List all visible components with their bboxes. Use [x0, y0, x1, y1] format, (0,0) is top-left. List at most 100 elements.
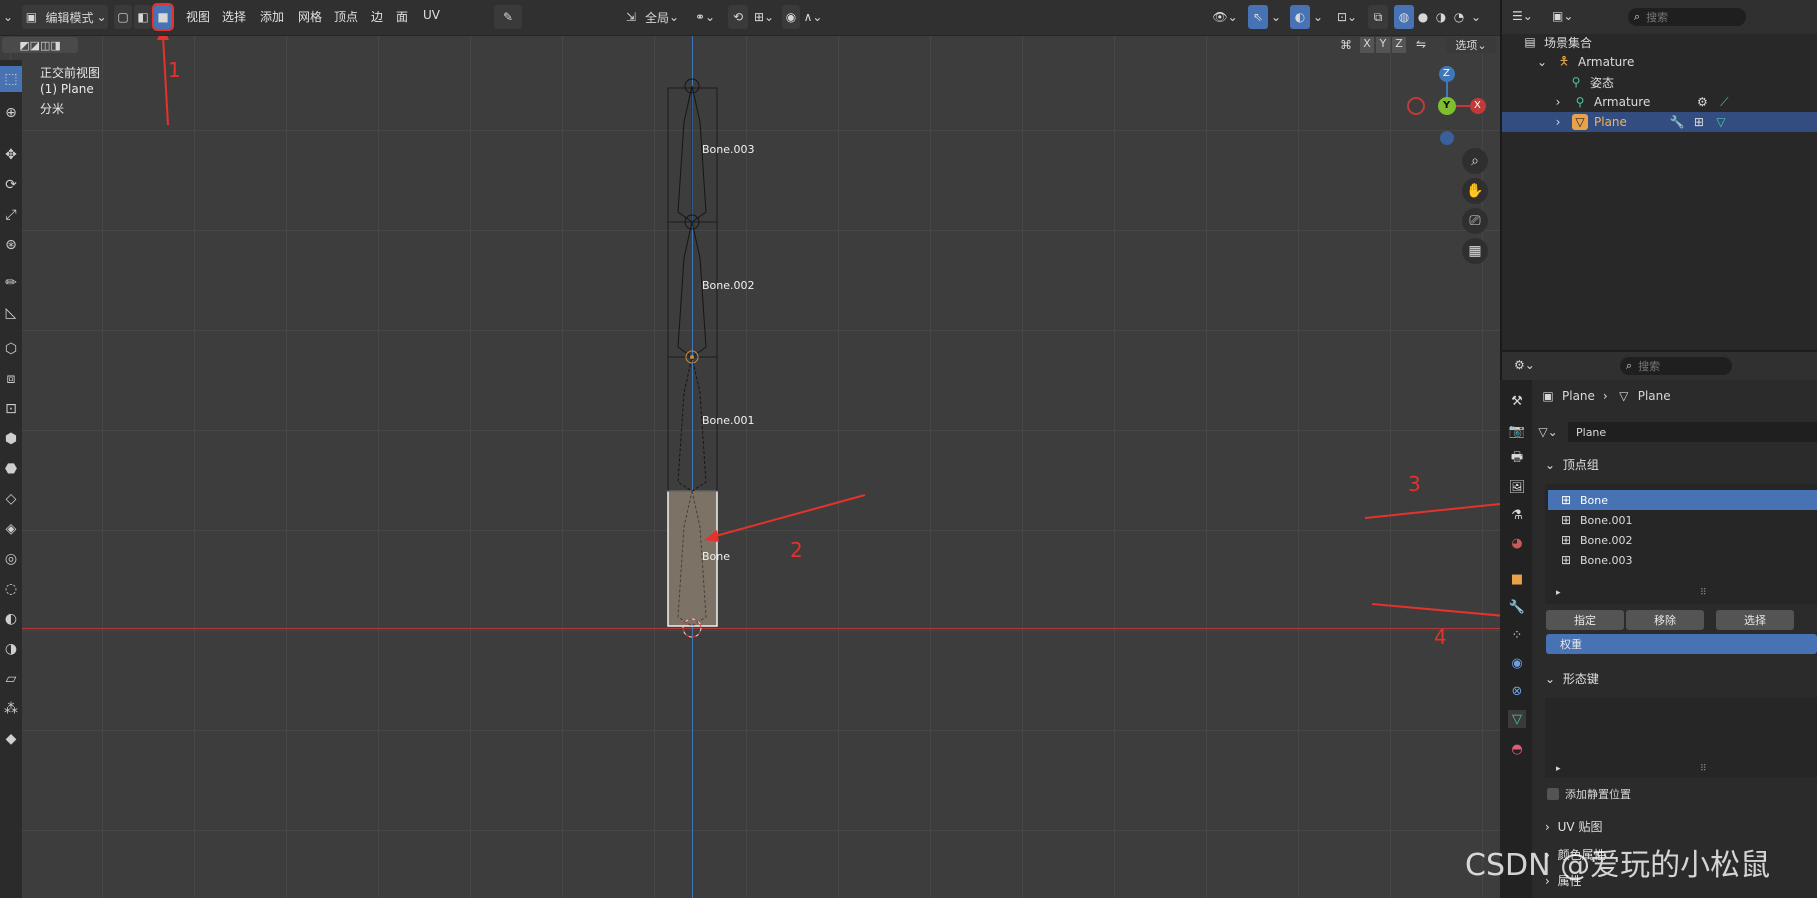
outliner-row-armature[interactable]: ⌄ 🯅 Armature	[1502, 52, 1817, 72]
menu-vertex[interactable]: 顶点	[334, 8, 358, 25]
proportional-edit-icon[interactable]: ◉	[782, 5, 800, 29]
shear-icon[interactable]: ▱	[0, 666, 22, 692]
annotate-icon[interactable]: ✏	[0, 270, 22, 296]
gizmo-dropdown-icon[interactable]: ⌄	[1270, 5, 1282, 29]
add-cube-icon[interactable]: ⬡	[0, 336, 22, 362]
ortho-grid-icon[interactable]: ▦	[1462, 238, 1488, 264]
rotate-icon[interactable]: ⟳	[0, 172, 22, 198]
menu-view[interactable]: 视图	[186, 8, 210, 25]
mesh-datablock-selector[interactable]: ▽⌄ Plane	[1538, 422, 1817, 442]
outliner-search-input[interactable]: ⌕ 搜索	[1628, 8, 1746, 26]
menu-mesh[interactable]: 网格	[298, 8, 322, 25]
render-tab-icon[interactable]: 📷	[1508, 422, 1526, 440]
material-tab-icon[interactable]: ◓	[1508, 740, 1526, 758]
physics-tab-icon[interactable]: ◉	[1508, 654, 1526, 672]
uv-maps-header[interactable]: › UV 贴图	[1545, 818, 1602, 835]
constraints-tab-icon[interactable]: ⊗	[1508, 682, 1526, 700]
scene-tab-icon[interactable]: ⚗	[1508, 506, 1526, 524]
menu-uv[interactable]: UV	[423, 8, 440, 22]
overlay-dropdown-icon[interactable]: ⌄	[1312, 5, 1324, 29]
mesh-edit-overlay-icon[interactable]: ⊡⌄	[1332, 5, 1362, 29]
modifier-tab-icon[interactable]: 🔧	[1508, 598, 1526, 616]
spin-icon[interactable]: ◎	[0, 546, 22, 572]
outliner-row-armature-data[interactable]: › ⚲ Armature ⚙ ⟋	[1502, 92, 1817, 112]
outliner-row-pose[interactable]: ⚲ 姿态	[1502, 72, 1817, 92]
zoom-icon[interactable]: ⌕	[1462, 148, 1488, 174]
transform-icon[interactable]: ⊛	[0, 232, 22, 258]
editor-type-icon[interactable]: ⌄	[0, 5, 16, 29]
xray-toggle-icon[interactable]: ⧉	[1368, 5, 1388, 29]
mesh-name-field[interactable]: Plane	[1568, 422, 1817, 442]
axis-z-toggle[interactable]: Z	[1392, 37, 1406, 53]
camera-view-icon[interactable]: ⎚	[1462, 208, 1488, 234]
overlay-toggle-icon[interactable]: ◐	[1290, 5, 1310, 29]
edge-slide-icon[interactable]: ◐	[0, 606, 22, 632]
rip-icon[interactable]: ⁂	[0, 696, 22, 722]
inset-icon[interactable]: ⊡	[0, 396, 22, 422]
push-pull-icon[interactable]: ◆	[0, 726, 22, 752]
shading-dropdown-icon[interactable]: ⌄	[1468, 5, 1484, 29]
assign-button[interactable]: 指定	[1546, 610, 1624, 630]
smooth-icon[interactable]: ◌	[0, 576, 22, 602]
menu-add[interactable]: 添加	[260, 8, 284, 25]
shrink-fatten-icon[interactable]: ◑	[0, 636, 22, 662]
list-resize-handle[interactable]: ⠿	[1700, 764, 1707, 774]
outliner-row-scene-collection[interactable]: ▤ 场景集合	[1502, 32, 1817, 52]
vertex-group-item[interactable]: ⊞ Bone.001	[1548, 510, 1817, 530]
pivot-point-icon[interactable]: ⚭⌄	[688, 5, 722, 29]
loop-cut-icon[interactable]: ⬣	[0, 456, 22, 482]
list-expand-icon[interactable]: ▸	[1556, 764, 1561, 774]
falloff-icon[interactable]: ∧⌄	[802, 5, 824, 29]
output-tab-icon[interactable]: 🖶	[1508, 450, 1526, 468]
eyedropper-icon[interactable]: ✎	[494, 5, 522, 29]
outliner-display-icon[interactable]: ☰⌄	[1512, 9, 1533, 23]
menu-select[interactable]: 选择	[222, 8, 246, 25]
snap-target-icon[interactable]: ⊞⌄	[750, 5, 778, 29]
add-rest-position-row[interactable]: 添加静置位置	[1547, 786, 1631, 802]
select-button[interactable]: 选择	[1716, 610, 1794, 630]
outliner-row-plane[interactable]: › ▽ Plane 🔧 ⊞ ▽	[1502, 112, 1817, 132]
vertex-select-icon[interactable]: ▢	[114, 5, 132, 29]
options-dropdown[interactable]: 选项⌄	[1446, 37, 1496, 53]
solid-shading-icon[interactable]: ●	[1414, 5, 1432, 29]
selection-mode-icons[interactable]: ◩◪◫◨	[2, 37, 78, 53]
properties-editor-icon[interactable]: ⚙⌄	[1514, 358, 1535, 372]
scale-icon[interactable]: ⤢	[0, 202, 22, 228]
menu-edge[interactable]: 边	[371, 8, 383, 25]
add-rest-position-checkbox[interactable]	[1547, 788, 1559, 800]
rendered-shading-icon[interactable]: ◔	[1450, 5, 1468, 29]
vertex-group-item[interactable]: ⊞ Bone	[1548, 490, 1817, 510]
knife-icon[interactable]: ◇	[0, 486, 22, 512]
shape-keys-list[interactable]	[1545, 698, 1817, 778]
measure-icon[interactable]: ◺	[0, 300, 22, 326]
weight-slider[interactable]: 权重	[1546, 634, 1817, 654]
axis-x-toggle[interactable]: X	[1360, 37, 1374, 53]
wireframe-shading-icon[interactable]: ◍	[1394, 5, 1414, 29]
vertex-group-item[interactable]: ⊞ Bone.003	[1548, 550, 1817, 570]
mode-dropdown[interactable]: ▣ 编辑模式 ⌄	[22, 5, 108, 29]
extrude-icon[interactable]: ⧈	[0, 366, 22, 392]
list-resize-handle[interactable]: ⠿	[1700, 588, 1707, 598]
cursor-icon[interactable]: ⊕	[0, 100, 22, 126]
axis-y-toggle[interactable]: Y	[1376, 37, 1390, 53]
move-icon[interactable]: ✥	[0, 142, 22, 168]
select-box-icon[interactable]: ⬚	[0, 66, 22, 92]
transform-orientation-dropdown[interactable]: ⇲ 全局 ⌄	[622, 5, 680, 29]
menu-face[interactable]: 面	[396, 8, 408, 25]
world-tab-icon[interactable]: ◕	[1508, 534, 1526, 552]
poly-build-icon[interactable]: ◈	[0, 516, 22, 542]
gizmo-toggle-icon[interactable]: ⇖	[1248, 5, 1268, 29]
bevel-icon[interactable]: ⬢	[0, 426, 22, 452]
material-shading-icon[interactable]: ◑	[1432, 5, 1450, 29]
snap-icon[interactable]: ⟲	[728, 5, 748, 29]
pan-hand-icon[interactable]: ✋	[1462, 178, 1488, 204]
object-tab-icon[interactable]: ■	[1508, 570, 1526, 588]
properties-search-input[interactable]: ⌕ 搜索	[1620, 357, 1732, 375]
3d-viewport[interactable]: Bone.003 Bone.002 Bone.001 Bone 正交前视图 (1…	[0, 0, 1500, 898]
view-layer-tab-icon[interactable]: 🖼	[1508, 478, 1526, 496]
face-select-icon[interactable]: ■	[152, 3, 174, 31]
particles-tab-icon[interactable]: ⁘	[1508, 626, 1526, 644]
vertex-group-item[interactable]: ⊞ Bone.002	[1548, 530, 1817, 550]
edge-select-icon[interactable]: ◧	[134, 5, 152, 29]
tool-tab-icon[interactable]: ⚒	[1508, 392, 1526, 410]
